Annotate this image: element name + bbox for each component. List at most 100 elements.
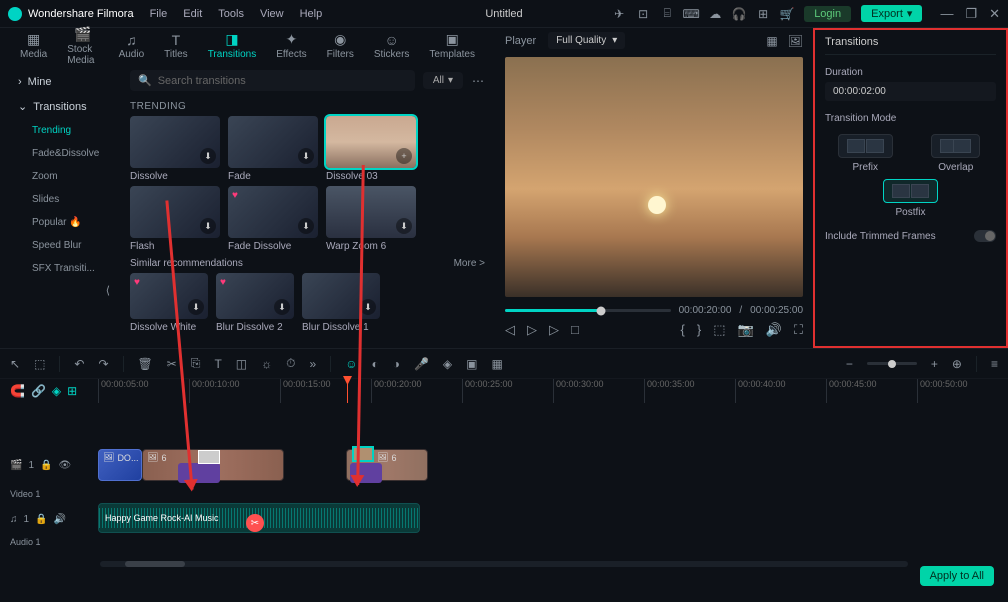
maximize-icon[interactable]: ❐ <box>965 6 977 22</box>
more-link[interactable]: More > <box>454 258 485 269</box>
marker-icon[interactable]: ◈ <box>443 357 452 371</box>
transition-blur-dissolve-1[interactable]: ⬇Blur Dissolve 1 <box>302 273 380 333</box>
transition-thumb-2-selected[interactable] <box>352 446 374 462</box>
crop-icon[interactable]: ⬚ <box>713 322 725 338</box>
transition-warp-zoom-6[interactable]: ⬇Warp Zoom 6 <box>326 186 416 252</box>
cut-icon[interactable]: ✂ <box>167 357 177 371</box>
zoom-out-icon[interactable]: − <box>846 357 853 371</box>
undo-icon[interactable]: ↶ <box>74 357 84 371</box>
all-filter[interactable]: All▾ <box>423 72 463 89</box>
render-icon[interactable]: ▦ <box>491 357 502 371</box>
tab-titles[interactable]: TTitles <box>164 32 188 60</box>
search-input[interactable]: 🔍 Search transitions <box>130 70 415 91</box>
sidebar-transitions[interactable]: ⌄Transitions <box>0 94 120 119</box>
sidebar-mine[interactable]: ›Mine <box>0 70 120 94</box>
grid-view-icon[interactable]: ▦ <box>766 34 777 48</box>
transition-blur-dissolve-2[interactable]: ♥⬇Blur Dissolve 2 <box>216 273 294 333</box>
keyframe-icon[interactable]: ▣ <box>466 357 477 371</box>
pointer-tool-icon[interactable]: ↖ <box>10 357 20 371</box>
download-icon[interactable]: ⬇ <box>298 148 314 164</box>
tab-stickers[interactable]: ☺Stickers <box>374 32 410 60</box>
download-icon[interactable]: ⬇ <box>200 148 216 164</box>
sidebar-slides[interactable]: Slides <box>0 188 120 211</box>
camera-icon[interactable]: 📷 <box>738 322 754 338</box>
tab-audio[interactable]: ♫Audio <box>119 32 145 60</box>
menu-help[interactable]: Help <box>300 8 323 20</box>
menu-edit[interactable]: Edit <box>183 8 202 20</box>
tab-media[interactable]: ▦Media <box>20 31 47 60</box>
cloud-sync-icon[interactable]: ⊡ <box>636 7 650 21</box>
zoom-in-icon[interactable]: + <box>931 357 938 371</box>
timeline-ruler[interactable]: 00:00:05:00 00:00:10:00 00:00:15:00 00:0… <box>98 379 1008 403</box>
adjust-icon[interactable]: ☼ <box>261 357 272 371</box>
speed-icon[interactable]: ⏱ <box>286 356 295 371</box>
scissors-playhead-icon[interactable]: ✂ <box>246 514 264 532</box>
delete-icon[interactable]: 🗑 <box>138 357 153 371</box>
text-tool-icon[interactable]: T <box>214 357 221 371</box>
mode-prefix[interactable]: Prefix <box>825 134 906 173</box>
video-track-head[interactable]: 🎬1 🔒 👁 <box>0 445 98 485</box>
transition-fade-dissolve[interactable]: ♥⬇Fade Dissolve <box>228 186 318 252</box>
play-icon[interactable]: ▷ <box>527 322 537 338</box>
mode-postfix[interactable]: Postfix <box>825 179 996 218</box>
zoom-slider[interactable] <box>867 362 917 365</box>
download-icon[interactable]: ⬇ <box>360 299 376 315</box>
snapshot-icon[interactable]: 🖼 <box>788 34 803 48</box>
stop-icon[interactable]: □ <box>571 322 579 338</box>
audio-track-lane[interactable]: Happy Game Rock-AI Music <box>98 503 1008 535</box>
minimize-icon[interactable]: — <box>940 6 953 22</box>
crop-tool-icon[interactable]: ◫ <box>236 357 247 371</box>
quality-select[interactable]: Full Quality▾ <box>548 32 625 49</box>
progress-bar[interactable] <box>505 309 671 312</box>
menu-file[interactable]: File <box>150 8 168 20</box>
menu-tools[interactable]: Tools <box>218 8 244 20</box>
transition-clip-2[interactable] <box>350 463 382 483</box>
audio-track-head[interactable]: ♫1 🔒 🔊 <box>0 503 98 535</box>
transition-dissolve-03[interactable]: +Dissolve 03 <box>326 116 416 182</box>
panel-tab-transitions[interactable]: Transitions <box>825 36 996 55</box>
transition-fade[interactable]: ⬇Fade <box>228 116 318 182</box>
prev-frame-icon[interactable]: ◁ <box>505 322 515 338</box>
link-icon[interactable]: 🔗 <box>31 384 46 398</box>
cloud-icon[interactable]: ☁ <box>708 7 722 21</box>
tab-effects[interactable]: ✦Effects <box>276 31 306 60</box>
sidebar-speed-blur[interactable]: Speed Blur <box>0 234 120 257</box>
more-tools-icon[interactable]: » <box>310 357 317 371</box>
more-icon[interactable]: ⋯ <box>471 74 485 88</box>
volume-icon[interactable]: 🔊 <box>766 322 782 338</box>
download-icon[interactable]: ⬇ <box>188 299 204 315</box>
mark-out-icon[interactable]: } <box>697 322 701 338</box>
cart-icon[interactable]: 🛒 <box>780 7 794 21</box>
export-button[interactable]: Export▾ <box>861 5 922 22</box>
fullscreen-icon[interactable]: ⛶ <box>794 322 803 338</box>
transition-dissolve[interactable]: ⬇Dissolve <box>130 116 220 182</box>
magnet-icon[interactable]: 🧲 <box>10 384 25 398</box>
timeline-scrollbar[interactable] <box>100 561 908 567</box>
download-icon[interactable]: ⬇ <box>200 218 216 234</box>
eye-icon[interactable]: 👁 <box>58 460 71 471</box>
auto-ripple-icon[interactable]: ⊞ <box>67 384 77 398</box>
ai-icon[interactable]: ☺ <box>345 357 357 371</box>
mode-overlap[interactable]: Overlap <box>916 134 997 173</box>
mark-in-icon[interactable]: { <box>681 322 685 338</box>
apply-to-all-button[interactable]: Apply to All <box>920 566 994 586</box>
download-icon[interactable]: ⬇ <box>396 218 412 234</box>
video-track-lane[interactable]: 🖼 DO... 🖼 6 🖼 6 <box>98 445 1008 485</box>
transition-flash[interactable]: ⬇Flash <box>130 186 220 252</box>
tab-filters[interactable]: ◉Filters <box>327 31 354 60</box>
redo-icon[interactable]: ↷ <box>98 357 108 371</box>
view-options-icon[interactable]: ≡ <box>991 357 998 371</box>
marker-add-icon[interactable]: ◈ <box>52 384 61 398</box>
mask-icon[interactable]: ◑ <box>393 357 400 371</box>
keyboard-icon[interactable]: ⌨ <box>684 7 698 21</box>
transition-clip-1[interactable] <box>178 463 220 483</box>
apps-icon[interactable]: ⊞ <box>756 7 770 21</box>
sidebar-zoom[interactable]: Zoom <box>0 165 120 188</box>
playhead[interactable] <box>347 379 348 403</box>
tab-stock-media[interactable]: 🎬Stock Media <box>67 26 98 66</box>
select-tool-icon[interactable]: ⬚ <box>34 357 45 371</box>
lock-icon[interactable]: 🔒 <box>40 460 52 471</box>
copy-format-icon[interactable]: ⎘ <box>191 356 201 371</box>
download-icon[interactable]: ⬇ <box>298 218 314 234</box>
add-icon[interactable]: + <box>396 148 412 164</box>
